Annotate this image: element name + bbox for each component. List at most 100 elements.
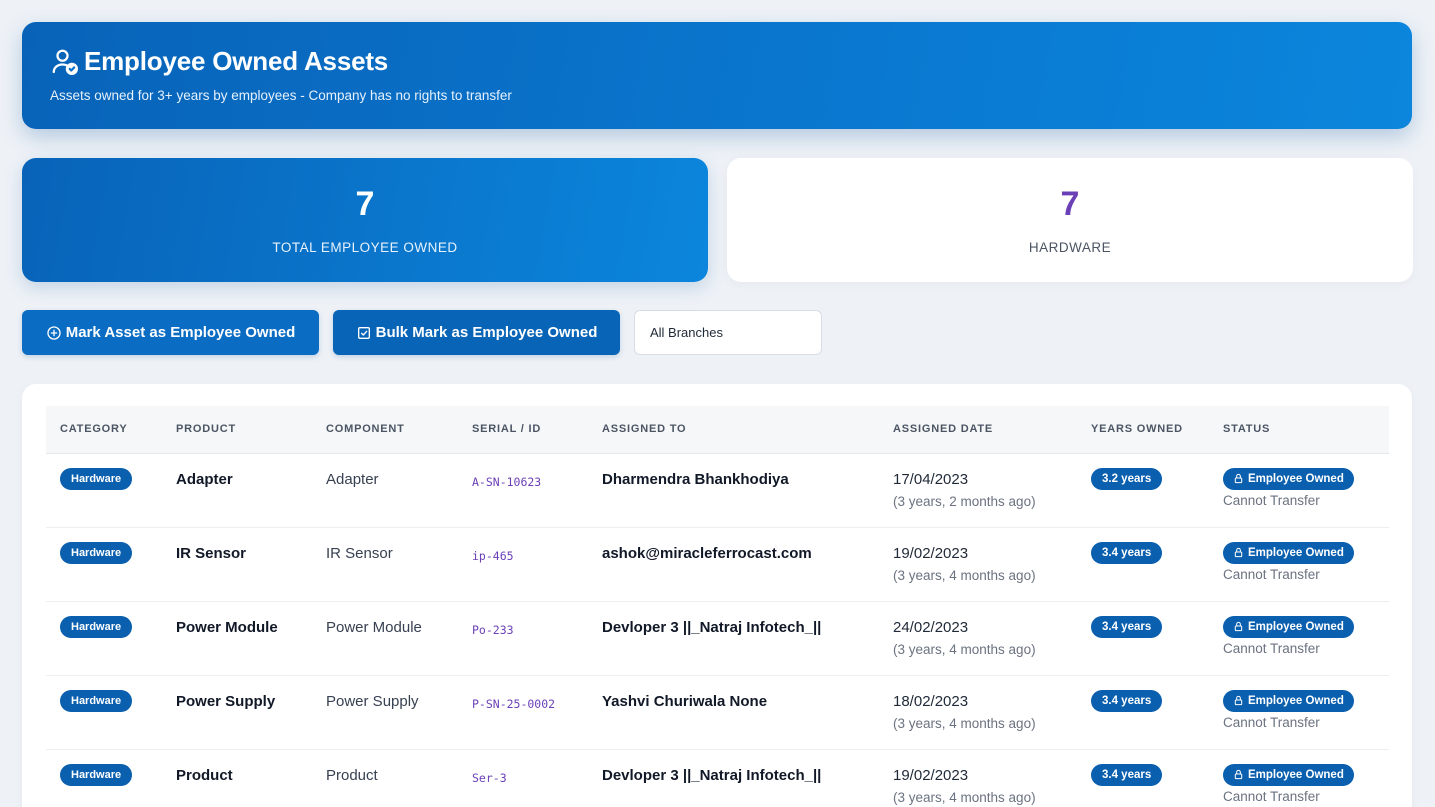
status-label: Employee Owned: [1248, 768, 1344, 781]
mark-employee-owned-button[interactable]: Mark Asset as Employee Owned: [22, 310, 319, 355]
col-years-owned[interactable]: YEARS OWNED: [1077, 406, 1209, 454]
assigned-ago: (3 years, 2 months ago): [893, 493, 1036, 509]
col-serial[interactable]: SERIAL / ID: [458, 406, 588, 454]
stat-total-employee-owned: 7 TOTAL EMPLOYEE OWNED: [22, 158, 708, 282]
cell-status: Employee Owned Cannot Transfer: [1209, 453, 1389, 527]
years-badge: 3.4 years: [1091, 763, 1163, 786]
page-header: Employee Owned Assets Assets owned for 3…: [22, 22, 1412, 129]
cell-years-owned: 3.4 years: [1077, 601, 1209, 675]
assigned-date: 19/02/2023: [893, 766, 969, 784]
component-name: Power Module: [326, 618, 422, 636]
page-title: Employee Owned Assets: [84, 46, 389, 76]
title-row: Employee Owned Assets: [50, 46, 388, 77]
transfer-note: Cannot Transfer: [1223, 640, 1320, 656]
assigned-date: 18/02/2023: [893, 692, 969, 710]
transfer-note: Cannot Transfer: [1223, 492, 1320, 508]
component-name: Power Supply: [326, 692, 419, 710]
table-row[interactable]: Hardware Adapter Adapter A-SN-10623 Dharmend…: [46, 453, 1389, 527]
lock-icon: [1234, 473, 1243, 484]
col-category[interactable]: CATEGORY: [46, 406, 162, 454]
assignee-name: Dharmendra Bhankhodiya: [602, 470, 789, 488]
cell-component: Product: [312, 749, 458, 807]
cell-product: Product: [162, 749, 312, 807]
cell-assigned-to: Yashvi Churiwala None: [588, 675, 879, 749]
table-row[interactable]: Hardware Power Supply Power Supply P-SN-25-…: [46, 675, 1389, 749]
category-badge: Hardware: [60, 615, 133, 638]
cell-category: Hardware: [46, 527, 162, 601]
status-badge: Employee Owned: [1223, 763, 1354, 786]
col-product[interactable]: PRODUCT: [162, 406, 312, 454]
bulk-mark-button[interactable]: Bulk Mark as Employee Owned: [333, 310, 620, 355]
component-name: Adapter: [326, 470, 379, 488]
lock-icon: [1234, 769, 1243, 780]
category-badge: Hardware: [60, 763, 133, 786]
table-row[interactable]: Hardware IR Sensor IR Sensor ip-465 ashok@mi…: [46, 527, 1389, 601]
branch-select[interactable]: All Branches: [634, 310, 822, 355]
page-subtitle: Assets owned for 3+ years by employees -…: [50, 88, 512, 103]
product-name: IR Sensor: [176, 544, 247, 562]
check-square-icon: [357, 326, 370, 339]
cell-assigned-date: 24/02/2023 (3 years, 4 months ago): [879, 601, 1077, 675]
status-label: Employee Owned: [1248, 472, 1344, 485]
status-badge: Employee Owned: [1223, 689, 1354, 712]
serial-id: ip-465: [472, 548, 514, 563]
cell-assigned-date: 19/02/2023 (3 years, 4 months ago): [879, 749, 1077, 807]
cell-product: Power Supply: [162, 675, 312, 749]
status-badge: Employee Owned: [1223, 467, 1354, 490]
cell-assigned-to: Devloper 3 ||_Natraj Infotech_||: [588, 749, 879, 807]
product-name: Power Module: [176, 618, 278, 636]
col-assigned-to[interactable]: ASSIGNED TO: [588, 406, 879, 454]
years-badge: 3.4 years: [1091, 541, 1163, 564]
cell-serial: Ser-3: [458, 749, 588, 807]
assigned-ago: (3 years, 4 months ago): [893, 567, 1036, 583]
cell-assigned-to: ashok@miracleferrocast.com: [588, 527, 879, 601]
cell-status: Employee Owned Cannot Transfer: [1209, 601, 1389, 675]
table-row[interactable]: Hardware Power Module Power Module Po-233 De…: [46, 601, 1389, 675]
cell-category: Hardware: [46, 675, 162, 749]
cell-assigned-to: Devloper 3 ||_Natraj Infotech_||: [588, 601, 879, 675]
product-name: Power Supply: [176, 692, 276, 710]
cell-category: Hardware: [46, 749, 162, 807]
cell-component: Power Supply: [312, 675, 458, 749]
years-badge: 3.4 years: [1091, 689, 1163, 712]
cell-serial: Po-233: [458, 601, 588, 675]
col-component[interactable]: COMPONENT: [312, 406, 458, 454]
component-name: Product: [326, 766, 378, 784]
col-assigned-date[interactable]: ASSIGNED DATE: [879, 406, 1077, 454]
assigned-ago: (3 years, 4 months ago): [893, 641, 1036, 657]
product-name: Product: [176, 766, 233, 784]
years-badge: 3.2 years: [1091, 467, 1163, 490]
serial-id: A-SN-10623: [472, 474, 542, 489]
category-badge: Hardware: [60, 541, 133, 564]
table-header-row: CATEGORY PRODUCT COMPONENT SERIAL / ID A…: [46, 406, 1389, 454]
stat-hardware: 7 HARDWARE: [727, 158, 1413, 282]
serial-id: Ser-3: [472, 770, 507, 785]
user-check-icon: [52, 49, 78, 75]
status-label: Employee Owned: [1248, 546, 1344, 559]
assets-table-card: CATEGORY PRODUCT COMPONENT SERIAL / ID A…: [22, 384, 1412, 807]
table-row[interactable]: Hardware Product Product Ser-3 Devloper 3 ||…: [46, 749, 1389, 807]
assigned-ago: (3 years, 4 months ago): [893, 715, 1036, 731]
cell-category: Hardware: [46, 601, 162, 675]
cell-years-owned: 3.4 years: [1077, 675, 1209, 749]
assigned-date: 17/04/2023: [893, 470, 969, 488]
product-name: Adapter: [176, 470, 233, 488]
bulk-button-label: Bulk Mark as Employee Owned: [375, 324, 598, 341]
stat-label: HARDWARE: [1028, 240, 1112, 255]
stat-value: 7: [355, 185, 375, 223]
cell-serial: P-SN-25-0002: [458, 675, 588, 749]
col-status[interactable]: STATUS: [1209, 406, 1389, 454]
lock-icon: [1234, 695, 1243, 706]
assignee-name: Devloper 3 ||_Natraj Infotech_||: [602, 618, 822, 636]
lock-icon: [1234, 621, 1243, 632]
stat-label: TOTAL EMPLOYEE OWNED: [272, 240, 458, 255]
assignee-name: Yashvi Churiwala None: [602, 692, 768, 710]
cell-component: Adapter: [312, 453, 458, 527]
status-badge: Employee Owned: [1223, 541, 1354, 564]
assignee-name: ashok@miracleferrocast.com: [602, 544, 812, 562]
plus-circle-icon: [47, 325, 61, 340]
assigned-date: 19/02/2023: [893, 544, 969, 562]
cell-years-owned: 3.4 years: [1077, 527, 1209, 601]
cell-status: Employee Owned Cannot Transfer: [1209, 675, 1389, 749]
category-badge: Hardware: [60, 467, 133, 490]
